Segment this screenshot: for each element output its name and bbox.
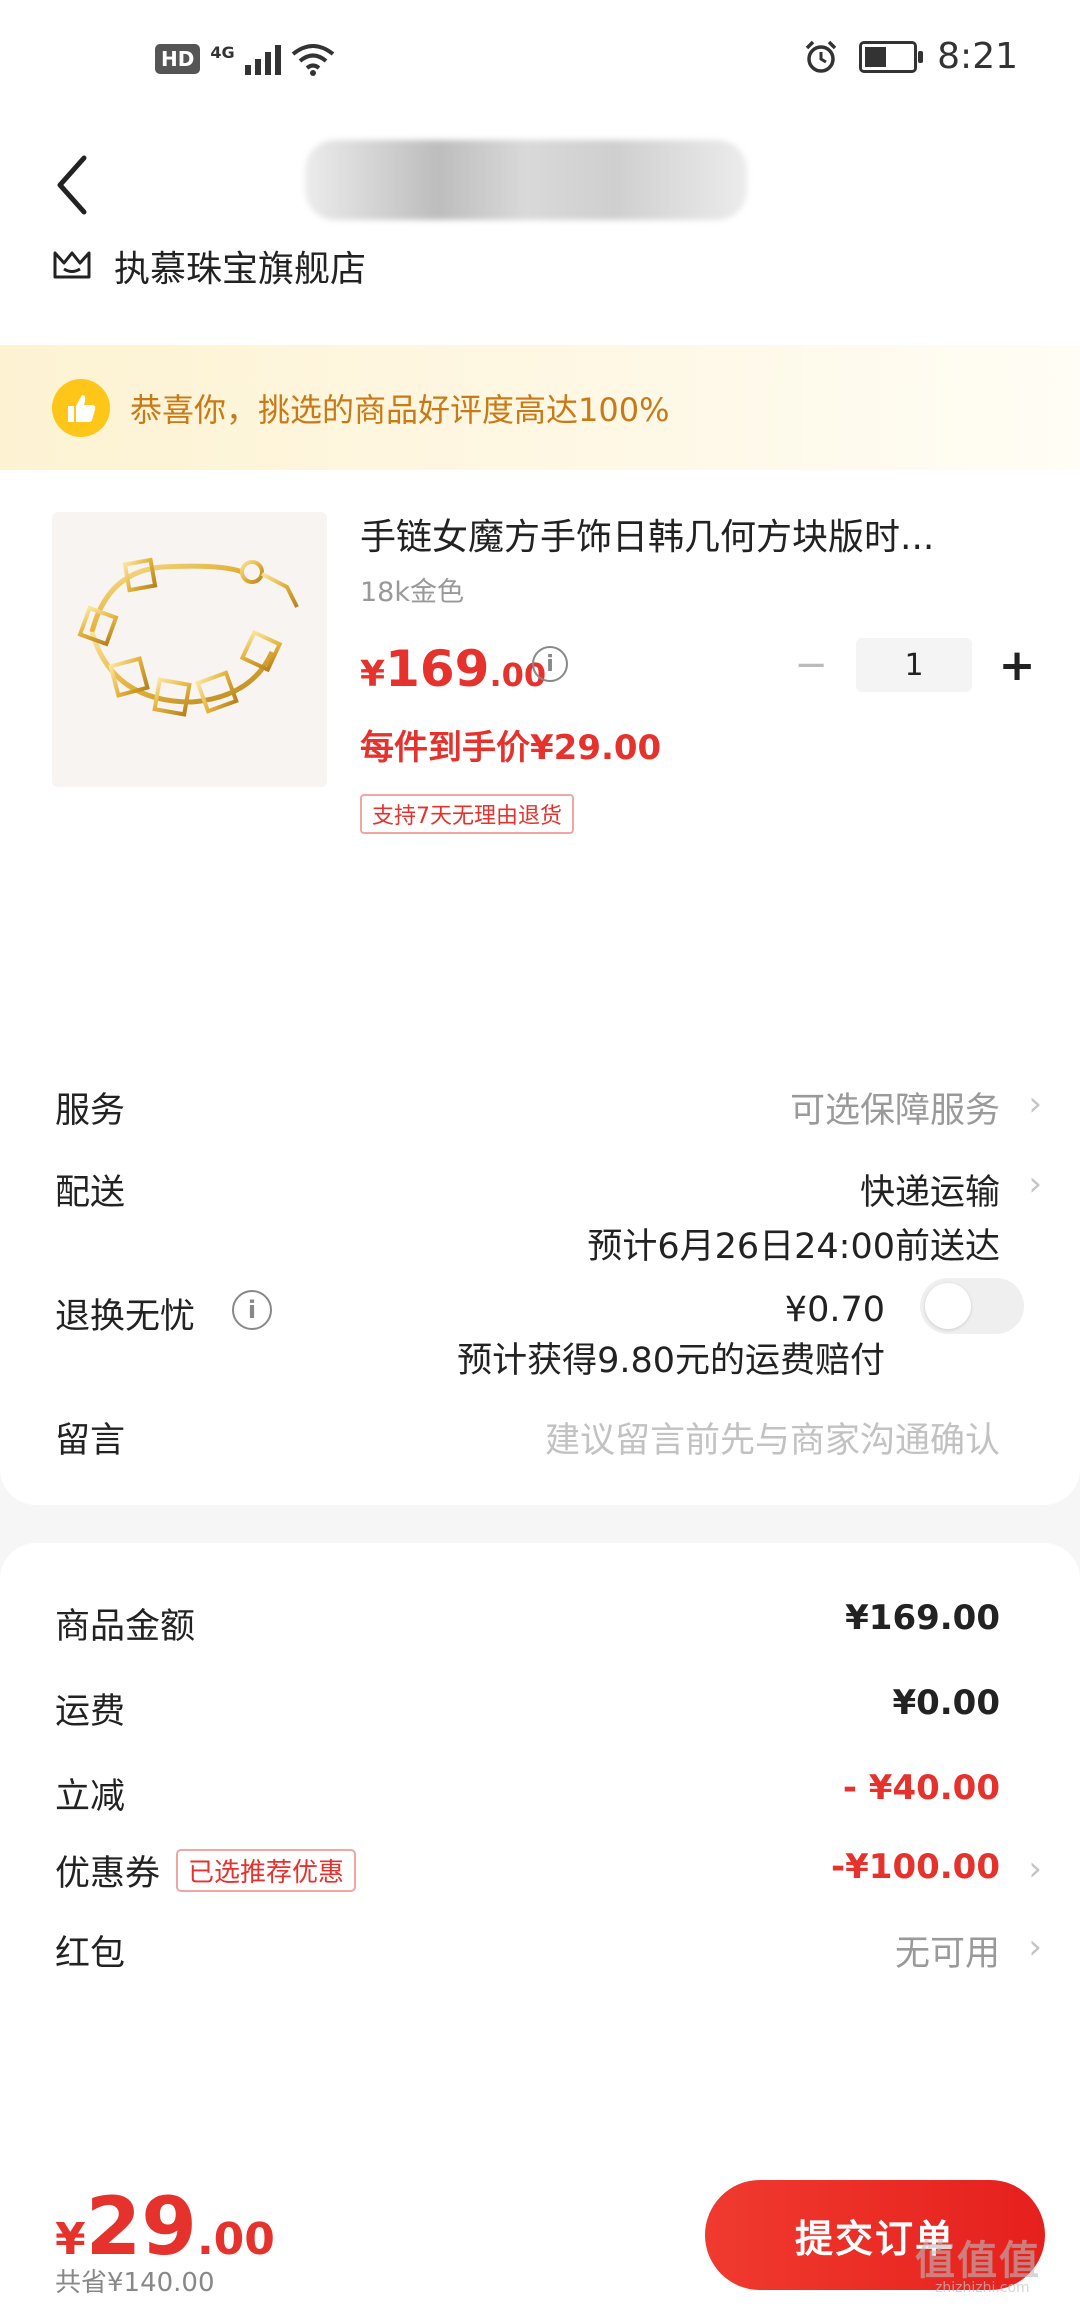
goods-amount-label: 商品金额 [55, 1607, 196, 1647]
thumbs-up-icon [52, 378, 110, 437]
decrease-quantity-button[interactable]: − [786, 640, 836, 690]
coupon-label-group: 优惠券 已选推荐优惠 [55, 1845, 357, 1896]
returns-price: ¥0.70 [784, 1290, 885, 1330]
discount-label: 立减 [55, 1777, 126, 1817]
coupon-chevron-icon[interactable]: › [1028, 1849, 1042, 1889]
signal-icon [244, 43, 281, 75]
returns-label: 退换无忧 [55, 1297, 196, 1337]
page-header: 执慕珠宝旗舰店 [0, 120, 1080, 345]
blurred-title [305, 140, 747, 220]
service-chevron-icon[interactable]: › [1028, 1084, 1042, 1124]
delivery-label: 配送 [55, 1173, 126, 1213]
status-bar: HD 4G 8:21 [0, 0, 1080, 120]
product-spec[interactable]: 18k金色 [360, 570, 464, 609]
delivery-eta: 预计6月26日24:00前送达 [587, 1227, 1000, 1267]
returns-toggle[interactable] [920, 1278, 1024, 1334]
redpacket-value[interactable]: 无可用 [895, 1925, 1000, 1976]
shipping-label: 运费 [55, 1692, 126, 1732]
product-price: ¥ 169 .00 [360, 640, 547, 698]
delivery-value[interactable]: 快递运输 [860, 1164, 1000, 1215]
praise-text: 恭喜你，挑选的商品好评度高达100% [130, 390, 670, 429]
status-right: 8:21 [803, 36, 1018, 77]
shipping-value: ¥0.00 [892, 1683, 1000, 1723]
alarm-icon [805, 40, 837, 73]
status-left: HD 4G [155, 42, 335, 76]
return-policy-tag: 支持7天无理由退货 [360, 794, 574, 834]
increase-quantity-button[interactable]: + [992, 640, 1042, 691]
redpacket-label: 红包 [55, 1934, 126, 1974]
battery-icon [859, 40, 924, 73]
delivery-chevron-icon[interactable]: › [1028, 1164, 1042, 1204]
order-card: 手链女魔方手饰日韩几何方块版时... 18k金色 ¥ 169 .00 i 每件到… [0, 470, 1080, 1505]
quantity-input[interactable]: 1 [856, 638, 972, 692]
chevron-left-icon [57, 155, 87, 215]
network-type: 4G [210, 42, 235, 62]
message-label: 留言 [55, 1421, 126, 1461]
watermark-url: zhizhizhi.com [935, 2280, 1030, 2296]
store-name: 执慕珠宝旗舰店 [114, 249, 367, 290]
message-input[interactable]: 建议留言前先与商家沟通确认 [545, 1412, 1000, 1463]
praise-banner: 恭喜你，挑选的商品好评度高达100% [0, 345, 1080, 470]
returns-info-icon[interactable]: i [232, 1290, 272, 1330]
service-value[interactable]: 可选保障服务 [790, 1082, 1000, 1133]
product-image[interactable] [52, 512, 327, 787]
clock-time: 8:21 [937, 36, 1018, 77]
goods-amount-value: ¥169.00 [845, 1598, 1000, 1638]
service-row-label: 服务 [55, 1091, 126, 1131]
per-item-price: 每件到手价¥29.00 [360, 728, 662, 768]
returns-note: 预计获得9.80元的运费赔付 [457, 1341, 885, 1381]
watermark-logo: 值值值 [915, 2238, 1041, 2284]
redpacket-chevron-icon[interactable]: › [1028, 1927, 1042, 1967]
back-button[interactable] [50, 150, 100, 220]
discount-value: - ¥40.00 [842, 1768, 1000, 1808]
total-saved: 共省¥140.00 [55, 2268, 215, 2298]
coupon-value[interactable]: -¥100.00 [831, 1847, 1000, 1887]
store-crown-icon [53, 251, 91, 279]
wifi-icon [291, 44, 334, 76]
product-title[interactable]: 手链女魔方手饰日韩几何方块版时... [360, 508, 934, 560]
coupon-tag: 已选推荐优惠 [176, 1849, 357, 1892]
coupon-label: 优惠券 [55, 1854, 161, 1894]
hd-badge: HD [155, 44, 201, 74]
price-info-icon[interactable]: i [532, 646, 568, 682]
total-price: ¥ 29 .00 [55, 2180, 275, 2273]
store-link[interactable]: 执慕珠宝旗舰店 [52, 240, 366, 292]
quantity-stepper: − 1 + [786, 638, 1042, 692]
